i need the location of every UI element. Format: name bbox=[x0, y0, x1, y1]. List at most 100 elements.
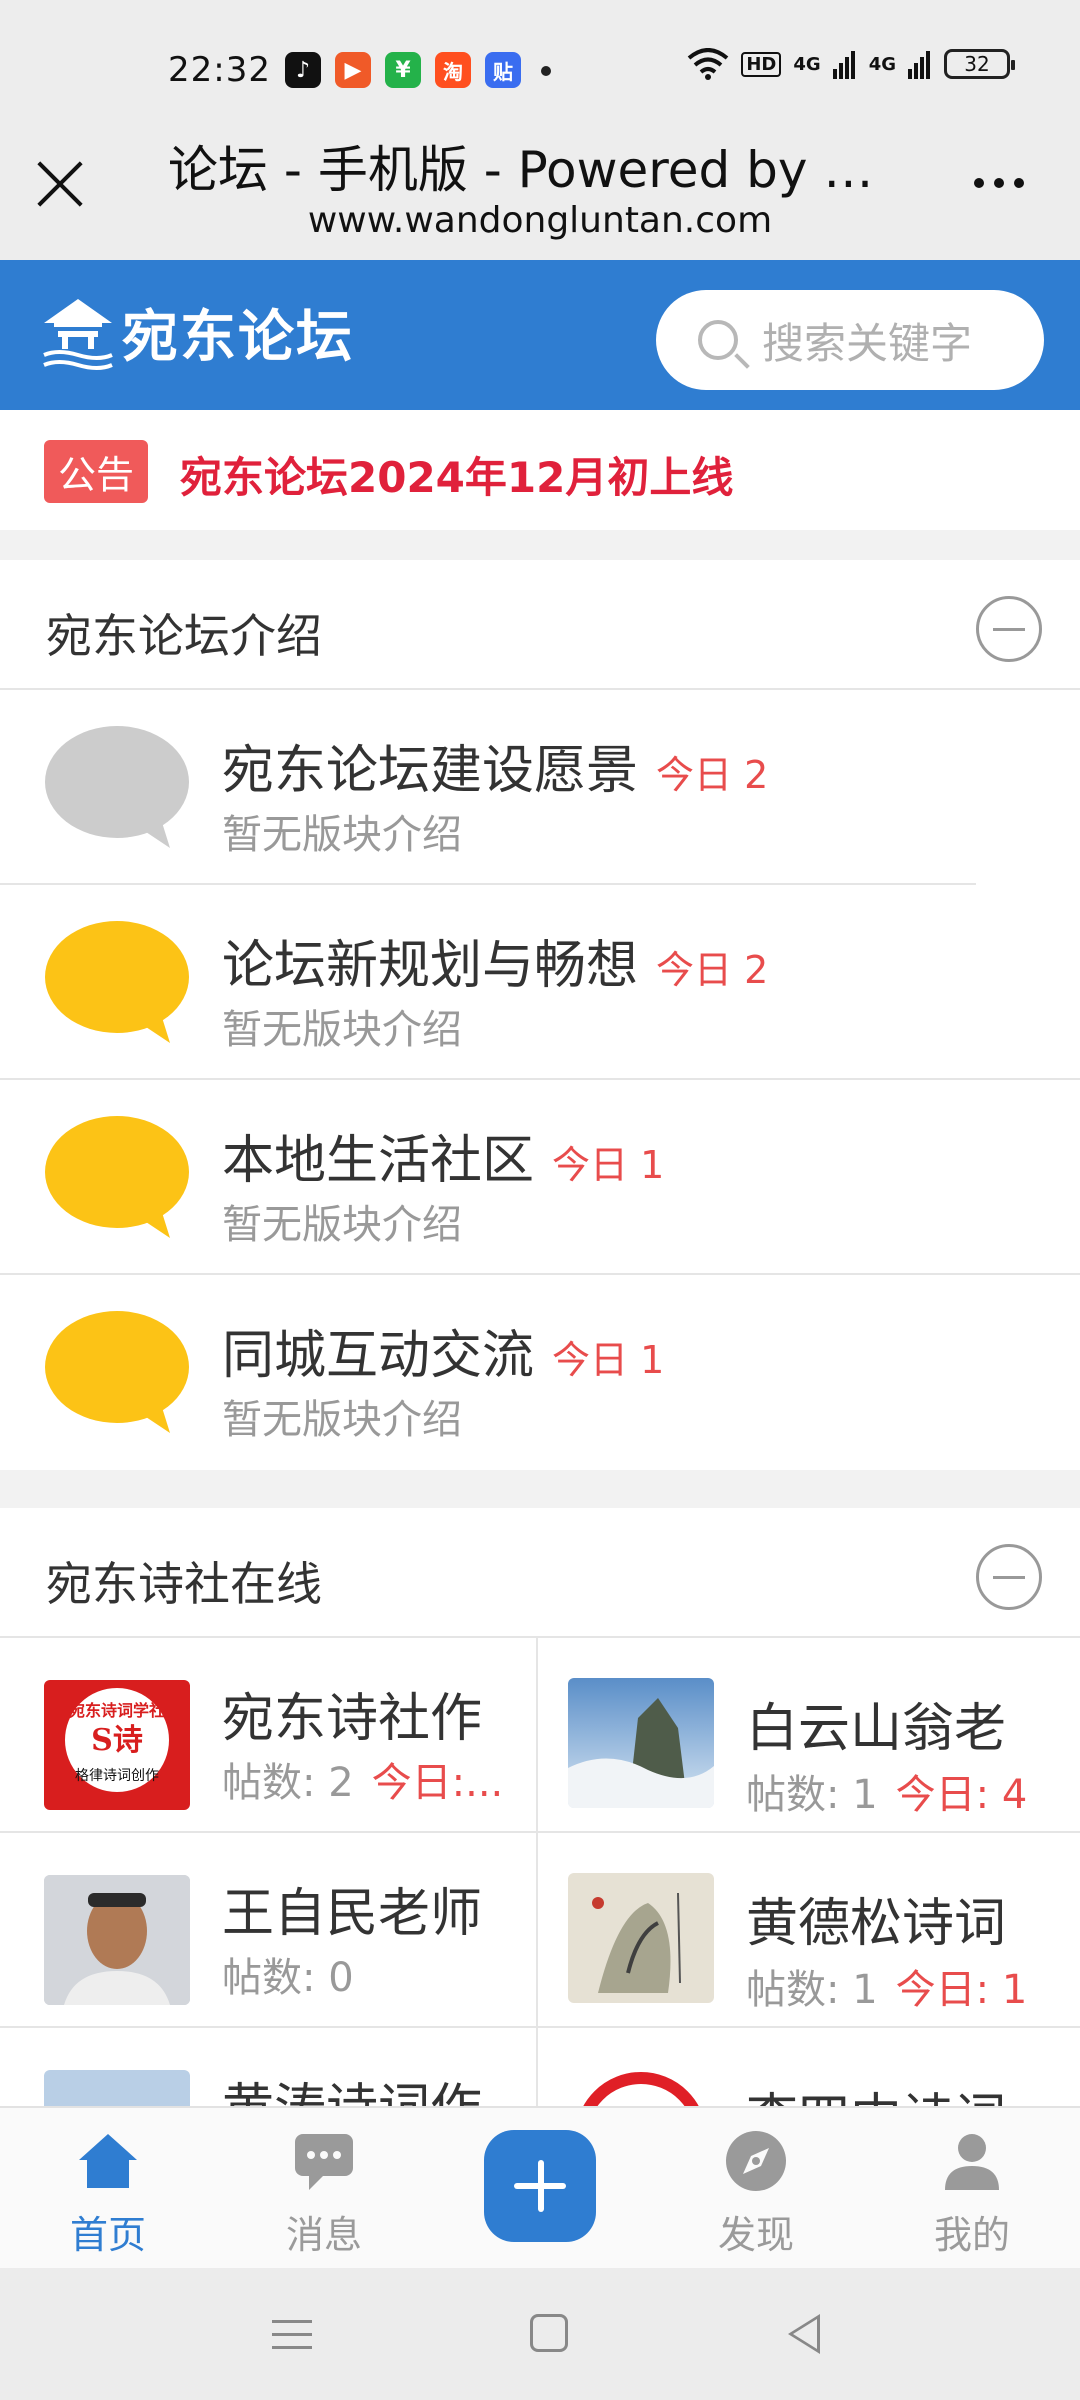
tiktok-icon: ♪ bbox=[285, 52, 321, 88]
bottom-navigation: 首页 消息 发现 我的 bbox=[0, 2106, 1080, 2268]
status-indicators: HD 4G 4G 32 bbox=[687, 48, 1015, 80]
taobao-icon: 淘 bbox=[435, 52, 471, 88]
announcement-text[interactable]: 宛东论坛2024年12月初上线 bbox=[180, 444, 733, 505]
nav-messages[interactable]: 消息 bbox=[254, 2128, 394, 2259]
forum-desc: 暂无版块介绍 bbox=[222, 1397, 462, 1443]
browser-title-bar: 论坛 - 手机版 - Powered by Di... www.wandongl… bbox=[0, 120, 1080, 260]
nav-messages-label: 消息 bbox=[285, 2213, 362, 2257]
poetry-society-logo: 宛东诗词学社 S诗 格律诗词创作 bbox=[44, 1680, 190, 1810]
forum-desc: 暂无版块介绍 bbox=[222, 1007, 462, 1053]
subforum-stats: 帖数: 2 今日:... bbox=[222, 1760, 504, 1806]
section-header: 宛东诗社在线 bbox=[0, 1508, 1080, 1638]
forum-desc: 暂无版块介绍 bbox=[222, 812, 462, 858]
status-bar: 22:32 ♪ ▶ ¥ 淘 贴 HD 4G 4G 32 bbox=[0, 0, 1080, 130]
nav-home[interactable]: 首页 bbox=[38, 2128, 178, 2259]
today-count: 今日 1 bbox=[552, 1338, 665, 1382]
signal-4g-icon-2: 4G bbox=[868, 53, 896, 75]
nav-profile-label: 我的 bbox=[933, 2213, 1010, 2257]
logo-text: 宛东论坛 bbox=[122, 304, 354, 370]
subforum-grid: 宛东诗词学社 S诗 格律诗词创作 宛东诗社作 帖数: 2 今日:... 白云山翁老… bbox=[0, 1638, 1080, 2108]
subforum-card[interactable]: 宛东诗词学社 S诗 格律诗词创作 宛东诗社作 帖数: 2 今日:... bbox=[0, 1638, 538, 1833]
forum-name: 宛东论坛建设愿景 今日 2 bbox=[222, 741, 769, 801]
forum-logo[interactable]: 宛东论坛 bbox=[38, 292, 354, 373]
status-time: 22:32 bbox=[168, 50, 271, 90]
system-navigation-bar bbox=[0, 2268, 1080, 2400]
today-count: 今日 2 bbox=[656, 753, 769, 797]
forum-name: 论坛新规划与畅想 今日 2 bbox=[222, 936, 769, 996]
chat-icon bbox=[295, 2134, 353, 2190]
search-input[interactable]: 搜索关键字 bbox=[656, 290, 1044, 390]
subforum-name: 黄涛诗词作 bbox=[222, 2066, 482, 2108]
user-icon bbox=[945, 2134, 999, 2190]
hd-badge: HD bbox=[741, 51, 782, 77]
notification-dot-icon bbox=[541, 66, 551, 76]
speech-bubble-icon bbox=[45, 921, 189, 1043]
signal-bars-icon-2 bbox=[908, 51, 930, 79]
nav-discover[interactable]: 发现 bbox=[686, 2128, 826, 2259]
speech-bubble-icon bbox=[45, 726, 189, 848]
search-icon bbox=[698, 320, 738, 360]
mountain-photo bbox=[568, 1678, 714, 1808]
avatar bbox=[44, 1875, 190, 2005]
recent-apps-icon[interactable] bbox=[272, 2320, 312, 2359]
forum-row[interactable]: 论坛新规划与畅想 今日 2 暂无版块介绍 bbox=[0, 885, 1080, 1080]
subforum-name: 王自民老师 bbox=[222, 1884, 483, 1944]
subforum-stats: 帖数: 1 今日: 1 bbox=[746, 1967, 1028, 2013]
nav-discover-label: 发现 bbox=[717, 2213, 794, 2257]
page-url: www.wandongluntan.com bbox=[307, 200, 773, 241]
forum-row[interactable]: 同城互动交流 今日 1 暂无版块介绍 bbox=[0, 1275, 1080, 1470]
subforum-card[interactable]: 黄德松诗词 帖数: 1 今日: 1 bbox=[538, 1833, 1080, 2028]
subforum-name: 白云山翁老 bbox=[746, 1699, 1007, 1759]
collapse-icon[interactable] bbox=[976, 1544, 1042, 1610]
subforum-stats: 帖数: 1 今日: 4 bbox=[746, 1772, 1028, 1818]
tieba-icon: 贴 bbox=[485, 52, 521, 88]
subforum-name: 李四中诗词 bbox=[746, 2076, 1006, 2108]
speech-bubble-icon bbox=[45, 1116, 189, 1238]
section-title: 宛东论坛介绍 bbox=[46, 609, 322, 663]
subforum-name: 宛东诗社作 bbox=[222, 1689, 483, 1749]
forum-desc: 暂无版块介绍 bbox=[222, 1202, 462, 1248]
wallet-icon: ¥ bbox=[385, 52, 421, 88]
svg-text:S诗: S诗 bbox=[91, 1723, 143, 1758]
svg-text:格律诗词创作: 格律诗词创作 bbox=[75, 1768, 159, 1784]
back-icon[interactable] bbox=[788, 2314, 820, 2354]
announcement-bar[interactable]: 公告 宛东论坛2024年12月初上线 bbox=[0, 410, 1080, 530]
forum-row[interactable]: 本地生活社区 今日 1 暂无版块介绍 bbox=[0, 1080, 1080, 1275]
red-logo-thumbnail bbox=[568, 2068, 714, 2108]
video-icon: ▶ bbox=[335, 52, 371, 88]
forum-header: 宛东论坛 搜索关键字 bbox=[0, 260, 1080, 410]
nav-profile[interactable]: 我的 bbox=[902, 2128, 1042, 2259]
speech-bubble-icon bbox=[45, 1311, 189, 1433]
section-poetry-online: 宛东诗社在线 宛东诗词学社 S诗 格律诗词创作 宛东诗社作 帖数: 2 今日:..… bbox=[0, 1508, 1080, 2108]
collapse-icon[interactable] bbox=[976, 596, 1042, 662]
section-title: 宛东诗社在线 bbox=[46, 1557, 322, 1611]
status-app-icons: ♪ ▶ ¥ 淘 贴 bbox=[285, 52, 551, 88]
subforum-name: 黄德松诗词 bbox=[746, 1894, 1007, 1954]
svg-text:宛东诗词学社: 宛东诗词学社 bbox=[68, 1701, 165, 1720]
more-options-icon[interactable] bbox=[974, 178, 1024, 188]
today-count: 今日 2 bbox=[656, 948, 769, 992]
search-placeholder: 搜索关键字 bbox=[762, 318, 973, 368]
pavilion-logo-icon bbox=[43, 298, 113, 370]
subforum-card[interactable]: 白云山翁老 帖数: 1 今日: 4 bbox=[538, 1638, 1080, 1833]
section-forum-intro: 宛东论坛介绍 宛东论坛建设愿景 今日 2 暂无版块介绍 论坛新规划与畅想 今日 2 … bbox=[0, 560, 1080, 1470]
wifi-icon bbox=[688, 48, 729, 80]
signal-4g-icon: 4G bbox=[793, 53, 821, 75]
forum-row[interactable]: 宛东论坛建设愿景 今日 2 暂无版块介绍 bbox=[0, 690, 1080, 885]
compass-icon bbox=[726, 2131, 786, 2191]
announcement-tag: 公告 bbox=[44, 440, 149, 503]
add-post-button[interactable] bbox=[484, 2130, 596, 2242]
subforum-card[interactable]: 李四中诗词 bbox=[538, 2028, 1080, 2108]
landscape-thumbnail bbox=[44, 2070, 190, 2108]
forum-name: 同城互动交流 今日 1 bbox=[222, 1326, 665, 1386]
nav-home-label: 首页 bbox=[69, 2213, 146, 2257]
section-header: 宛东论坛介绍 bbox=[0, 560, 1080, 690]
subforum-stats: 帖数: 0 bbox=[222, 1955, 354, 2001]
subforum-card[interactable]: 黄涛诗词作 bbox=[0, 2028, 538, 2108]
home-button-icon[interactable] bbox=[530, 2314, 568, 2352]
subforum-card[interactable]: 王自民老师 帖数: 0 bbox=[0, 1833, 538, 2028]
painting-thumbnail bbox=[568, 1873, 714, 2003]
home-icon bbox=[79, 2134, 137, 2188]
signal-bars-icon bbox=[832, 51, 855, 79]
page-title: 论坛 - 手机版 - Powered by Di... bbox=[168, 141, 908, 199]
